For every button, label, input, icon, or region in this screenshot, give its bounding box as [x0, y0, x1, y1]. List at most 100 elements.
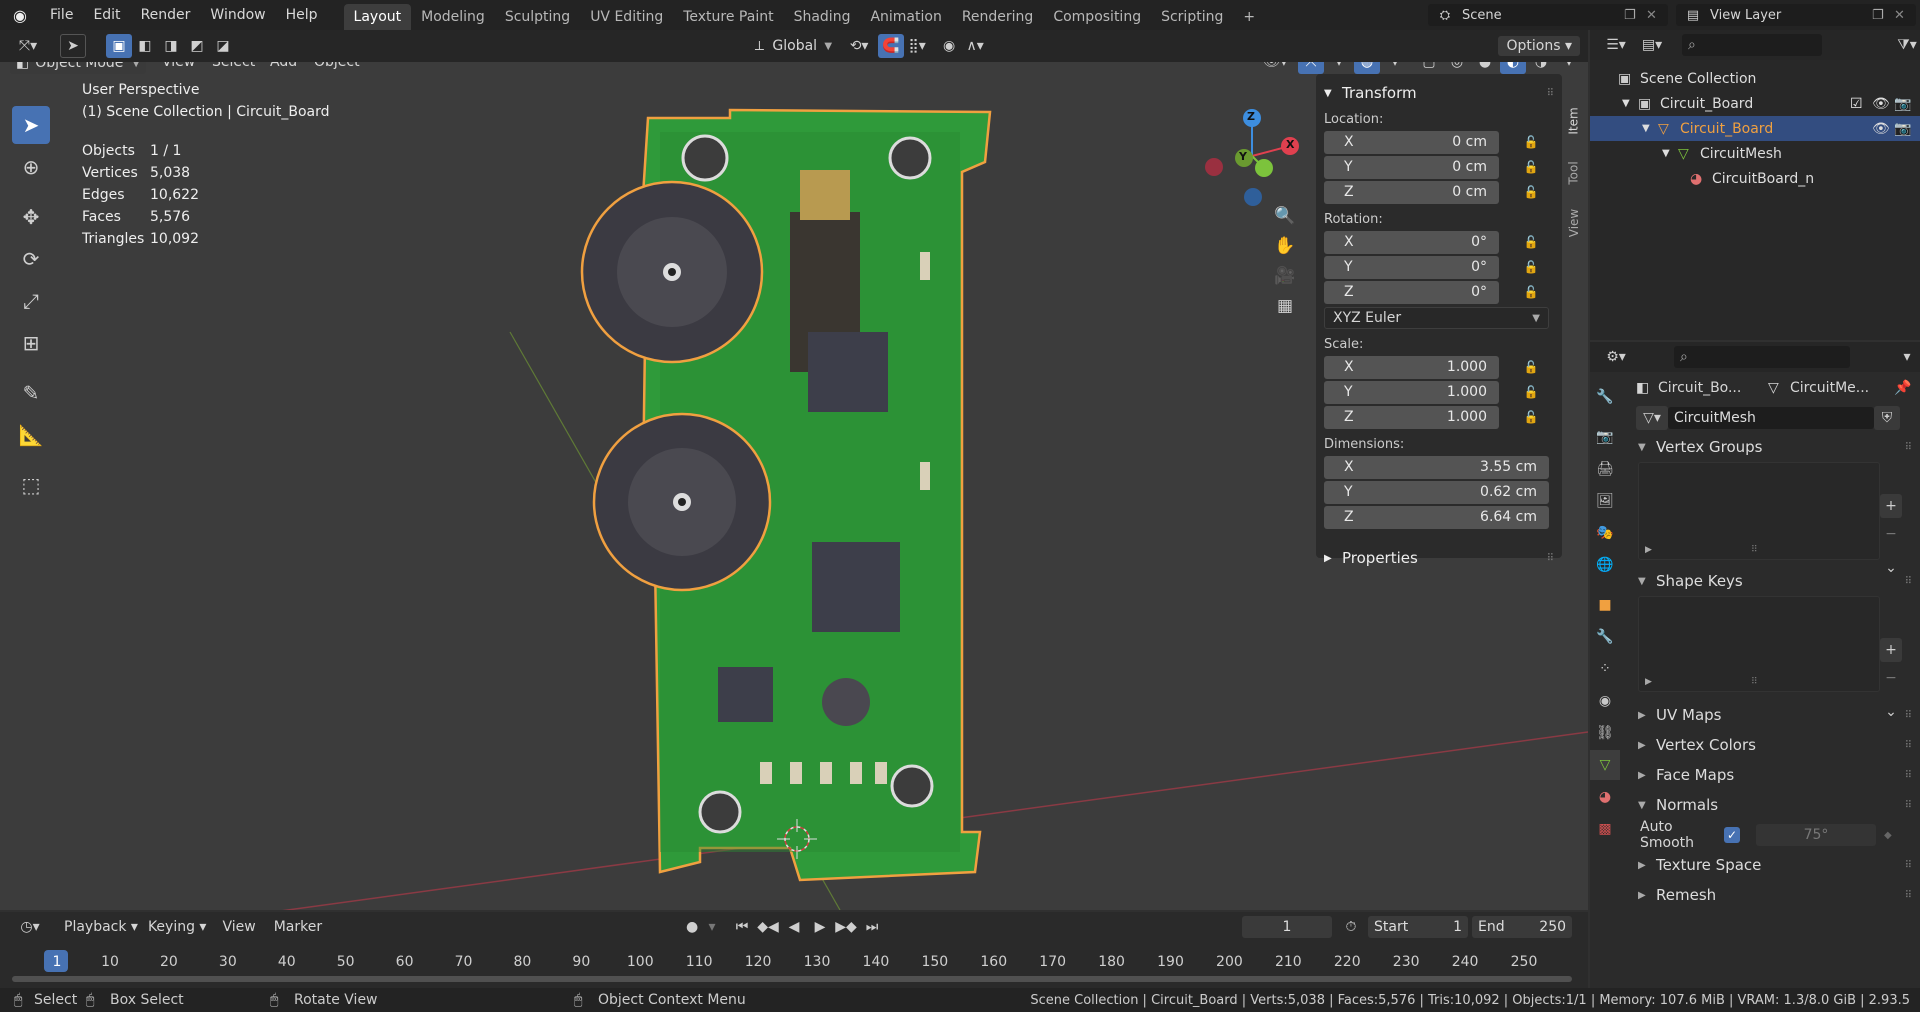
timeline-ruler[interactable]: 1 10 20 30 40 50 60 70 80 90 100 110 120 130 140 150 160…: [0, 950, 1588, 974]
properties-panel-header[interactable]: ▶ Properties ⠿: [1324, 545, 1554, 571]
section-vertex-groups[interactable]: ▼ Vertex Groups ⠿: [1630, 432, 1920, 462]
world-props-icon[interactable]: 🌐: [1590, 550, 1620, 580]
render-props-icon[interactable]: 📷: [1590, 422, 1620, 452]
ortho-grid-icon[interactable]: ▦: [1272, 294, 1298, 318]
outliner-row-scene-collection[interactable]: ▣ Scene Collection: [1590, 66, 1920, 91]
tab-view[interactable]: View: [1563, 200, 1585, 246]
dimensions-x-field[interactable]: X 3.55 cm: [1324, 455, 1549, 479]
tab-layout[interactable]: Layout: [343, 4, 412, 30]
menu-timeline-view[interactable]: View: [222, 919, 255, 935]
constraints-props-icon[interactable]: ⛓: [1590, 718, 1620, 748]
physics-props-icon[interactable]: ◉: [1590, 686, 1620, 716]
gizmo-toggle-icon[interactable]: ⤧: [1298, 62, 1324, 74]
section-texture-space[interactable]: ▶ Texture Space ⠿: [1630, 850, 1920, 880]
section-shape-keys[interactable]: ▼ Shape Keys ⠿: [1630, 566, 1920, 596]
scale-z-field[interactable]: Z 1.000: [1324, 405, 1499, 429]
disclosure-triangle-icon[interactable]: ▼: [1642, 123, 1658, 134]
outliner-row-material[interactable]: ◕ CircuitBoard_n: [1590, 166, 1920, 191]
list-expand-icon[interactable]: ▶: [1645, 677, 1652, 687]
filter-icon[interactable]: ⧩▾: [1894, 33, 1920, 57]
drag-handle-icon[interactable]: ⠿: [1905, 800, 1912, 811]
properties-editor-type-icon[interactable]: ⚙▾: [1598, 345, 1634, 369]
new-scene-icon[interactable]: ❐: [1624, 8, 1646, 23]
object-props-icon[interactable]: ■: [1590, 590, 1620, 620]
properties-options-icon[interactable]: ▾: [1894, 345, 1920, 369]
section-normals[interactable]: ▼ Normals ⠿: [1630, 790, 1920, 820]
transform-panel-header[interactable]: ▼ Transform ⠿: [1324, 80, 1554, 106]
visibility-icon[interactable]: 👁▾: [1262, 62, 1288, 74]
viewport-menu-view[interactable]: View: [162, 62, 195, 70]
keying-dropdown-icon[interactable]: ▾: [705, 915, 719, 939]
list-resize-handle-icon[interactable]: ⠿: [1751, 677, 1758, 687]
select-extend-icon[interactable]: ◧: [132, 34, 158, 58]
camera-icon[interactable]: 📷: [1894, 96, 1920, 112]
navigation-gizmo[interactable]: Z X Y: [1200, 102, 1310, 212]
gizmo-dropdown-icon[interactable]: ▾: [1326, 62, 1352, 74]
end-frame-field[interactable]: End 250: [1472, 916, 1573, 938]
proportional-falloff-icon[interactable]: ∧▾: [962, 34, 988, 58]
outliner-row-collection[interactable]: ▼ ▣ Circuit_Board ☑ 👁 📷: [1590, 91, 1920, 116]
view-layer-selector[interactable]: ▤ View Layer ❐ ✕: [1676, 4, 1916, 26]
location-z-field[interactable]: Z0 cm: [1324, 180, 1499, 204]
rotate-tool-icon[interactable]: ⟳: [12, 240, 50, 278]
fake-user-shield-icon[interactable]: ⛨: [1874, 406, 1900, 430]
rendered-shading-icon[interactable]: ◑: [1528, 62, 1554, 74]
texture-props-icon[interactable]: ▩: [1590, 814, 1620, 844]
list-resize-handle-icon[interactable]: ⠿: [1751, 545, 1758, 555]
rotation-mode-dropdown[interactable]: XYZ Euler ▼: [1324, 307, 1549, 329]
select-intersect-icon[interactable]: ◪: [210, 34, 236, 58]
disclosure-triangle-icon[interactable]: ▼: [1662, 148, 1678, 159]
scale-y-field[interactable]: Y 1.000: [1324, 380, 1499, 404]
drag-handle-icon[interactable]: ⠿: [1905, 860, 1912, 871]
jump-end-icon[interactable]: ⏭: [859, 915, 885, 939]
transform-orientation-dropdown[interactable]: Global: [772, 38, 824, 54]
particles-props-icon[interactable]: ⁘: [1590, 654, 1620, 684]
annotate-tool-icon[interactable]: ✎: [12, 374, 50, 412]
overlay-dropdown-icon[interactable]: ▾: [1382, 62, 1408, 74]
viewport-3d[interactable]: User Perspective (1) Scene Collection | …: [0, 62, 1588, 910]
add-shape-key-icon[interactable]: +: [1880, 638, 1902, 662]
lock-icon[interactable]: 🔓: [1519, 135, 1543, 149]
transform-orientation-icon[interactable]: ⟂: [746, 34, 772, 58]
section-remesh[interactable]: ▶ Remesh ⠿: [1630, 880, 1920, 910]
outliner-row-object[interactable]: ▼ ▽ Circuit_Board 👁 📷: [1590, 116, 1920, 141]
outliner-row-mesh[interactable]: ▼ ▽ CircuitMesh: [1590, 141, 1920, 166]
dimensions-y-field[interactable]: Y 0.62 cm: [1324, 480, 1549, 504]
menu-keying[interactable]: Keying ▾: [148, 919, 207, 935]
tab-item[interactable]: Item: [1563, 96, 1585, 146]
camera-view-icon[interactable]: 🎥: [1272, 264, 1298, 288]
drag-handle-icon[interactable]: ⠿: [1905, 890, 1912, 901]
location-x-field[interactable]: X0 cm: [1324, 130, 1499, 154]
eye-icon[interactable]: 👁: [1872, 121, 1894, 137]
tab-uv-editing[interactable]: UV Editing: [580, 4, 673, 30]
scale-tool-icon[interactable]: ⤢: [12, 282, 50, 320]
play-icon[interactable]: ▶: [807, 915, 833, 939]
snap-toggle-icon[interactable]: 🧲: [878, 34, 905, 58]
timeline-editor-type-icon[interactable]: ◷▾: [12, 915, 48, 939]
tab-scripting[interactable]: Scripting: [1151, 4, 1233, 30]
select-new-icon[interactable]: ▣: [106, 34, 132, 58]
next-keyframe-icon[interactable]: ▶◆: [833, 915, 859, 939]
shading-dropdown-icon[interactable]: ▾: [1556, 62, 1582, 74]
drag-handle-icon[interactable]: ⠿: [1905, 442, 1912, 453]
tab-sculpting[interactable]: Sculpting: [495, 4, 580, 30]
viewport-menu-select[interactable]: Select: [212, 62, 255, 70]
add-workspace-icon[interactable]: +: [1233, 4, 1265, 30]
viewport-menu-add[interactable]: Add: [270, 62, 297, 70]
select-box-tool-icon[interactable]: ➤: [12, 106, 50, 144]
lock-icon[interactable]: 🔓: [1519, 360, 1543, 374]
lock-icon[interactable]: 🔓: [1519, 160, 1543, 174]
checkbox-icon[interactable]: ☑: [1850, 96, 1872, 112]
view-layer-name[interactable]: View Layer: [1710, 8, 1872, 23]
new-view-layer-icon[interactable]: ❐: [1872, 8, 1894, 23]
vertex-groups-list[interactable]: ▶ ⠿: [1638, 462, 1880, 560]
properties-search-input[interactable]: ⌕: [1674, 346, 1850, 368]
wireframe-shading-icon[interactable]: ◎: [1444, 62, 1470, 74]
outliner-editor-type-icon[interactable]: ☰▾: [1598, 33, 1634, 57]
rotation-x-field[interactable]: X 0°: [1324, 230, 1499, 254]
scale-x-field[interactable]: X 1.000: [1324, 355, 1499, 379]
rotation-z-field[interactable]: Z 0°: [1324, 280, 1499, 304]
shape-keys-list[interactable]: ▶ ⠿: [1638, 596, 1880, 692]
editor-type-icon[interactable]: ⤧▾: [8, 34, 48, 58]
select-invert-icon[interactable]: ◩: [184, 34, 210, 58]
